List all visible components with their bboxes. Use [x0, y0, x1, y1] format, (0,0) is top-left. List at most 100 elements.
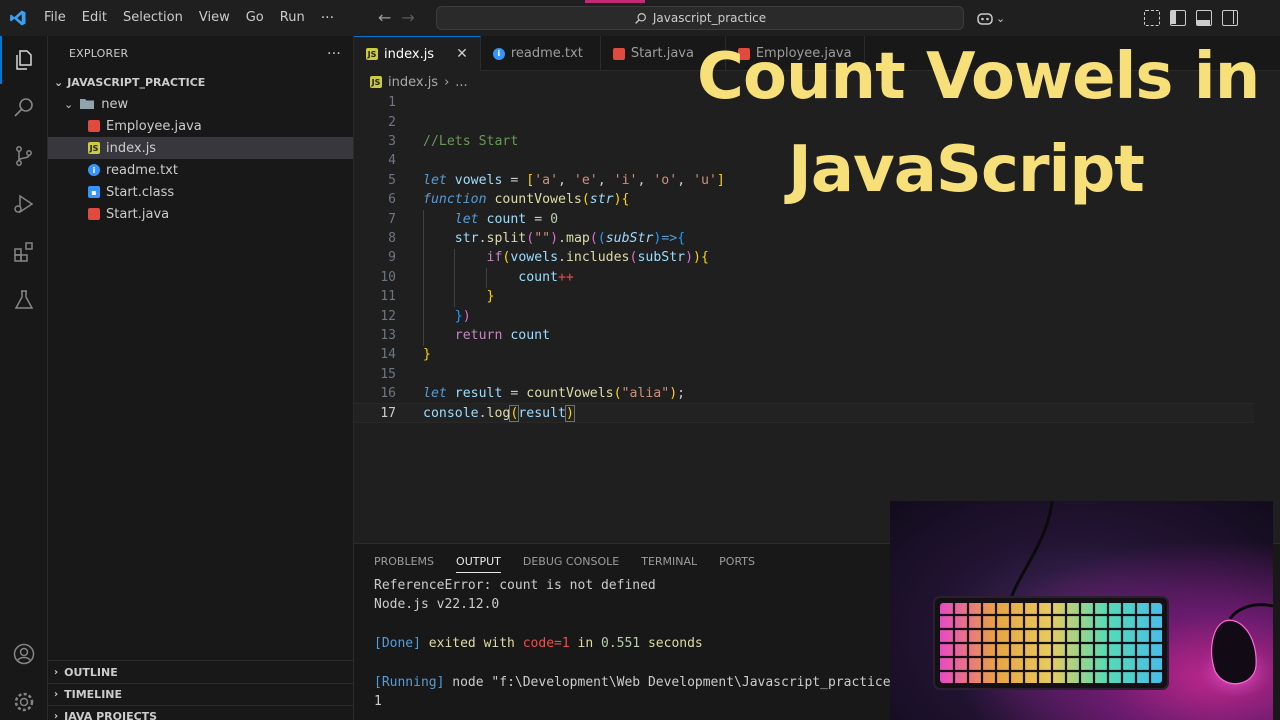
breadcrumb-rest[interactable]: ... [455, 75, 467, 90]
code-text: let count = 0 [454, 211, 559, 227]
code-text: let vowels = ['a', 'e', 'i', 'o', 'u'] [423, 172, 725, 188]
file-start-java[interactable]: Start.java [48, 203, 353, 225]
java-file-icon [88, 120, 100, 132]
copilot-icon [977, 13, 993, 25]
tab-label: readme.txt [510, 46, 583, 61]
toggle-panel-icon[interactable] [1196, 10, 1212, 26]
menu-selection[interactable]: Selection [115, 0, 191, 36]
line-number: 6 [388, 192, 396, 208]
folder-new[interactable]: ⌄ new [48, 93, 353, 115]
code-comment: //Lets Start [423, 133, 519, 149]
sidebar-bottom-sections: › OUTLINE › TIMELINE › JAVA PROJECTS [48, 660, 354, 720]
accounts-icon[interactable] [0, 630, 48, 678]
forward-arrow-icon[interactable]: → [401, 8, 414, 27]
done-text: in [569, 636, 601, 651]
done-text: seconds [640, 636, 703, 651]
menu-more-button[interactable]: ··· [313, 10, 342, 26]
toggle-secondary-sidebar-icon[interactable] [1222, 10, 1238, 26]
run-debug-icon[interactable] [0, 180, 48, 228]
testing-flask-icon[interactable] [0, 276, 48, 324]
line-number: 5 [388, 172, 396, 188]
folder-label: new [101, 96, 129, 112]
video-title-line-1: Count Vowels in [697, 40, 1260, 114]
line-number: 10 [380, 269, 396, 285]
layout-controls [1144, 10, 1238, 26]
line-number: 9 [388, 250, 396, 266]
title-bar: File Edit Selection View Go Run ··· ← → … [0, 0, 1280, 36]
line-number: 13 [380, 327, 396, 343]
tab-readme-txt[interactable]: i readme.txt [481, 36, 601, 71]
js-file-icon: JS [370, 76, 382, 88]
breadcrumb-file[interactable]: index.js [388, 75, 438, 90]
line-number: 17 [380, 405, 396, 421]
output-result: 1 [374, 694, 382, 709]
source-control-icon[interactable] [0, 132, 48, 180]
code-text: function countVowels(str){ [423, 192, 630, 208]
tab-terminal[interactable]: TERMINAL [641, 555, 697, 568]
extensions-icon[interactable] [0, 228, 48, 276]
chevron-down-icon: ⌄ [54, 75, 64, 89]
chevron-right-icon: › [54, 711, 59, 720]
exit-code: code=1 [522, 636, 570, 651]
file-label: Start.java [106, 206, 170, 222]
video-title-line-2: JavaScript [788, 133, 1145, 207]
project-section[interactable]: ⌄ JAVASCRIPT_PRACTICE [48, 71, 353, 93]
tab-problems[interactable]: PROBLEMS [374, 555, 434, 568]
line-number: 15 [380, 366, 396, 382]
menu-view[interactable]: View [191, 0, 238, 36]
project-name: JAVASCRIPT_PRACTICE [67, 75, 206, 89]
command-center-search[interactable]: Javascript_practice [436, 6, 964, 30]
close-icon[interactable]: ✕ [456, 46, 468, 62]
chevron-down-icon: ⌄ [996, 11, 1006, 25]
command-center-accent [585, 0, 645, 3]
code-line: 16 let result = countVowels("alia"); [354, 384, 1254, 403]
class-file-icon: ▪ [88, 186, 100, 198]
line-number: 4 [388, 153, 396, 169]
running-command: node "f:\Development\Web Development\Jav… [444, 675, 891, 690]
done-text: exited with [420, 636, 523, 651]
java-projects-section[interactable]: › JAVA PROJECTS [48, 705, 354, 720]
menu-run[interactable]: Run [272, 0, 313, 36]
tab-index-js[interactable]: JS index.js ✕ [354, 36, 481, 71]
code-text: } [423, 347, 431, 363]
code-text: str.split("").map((subStr)=>{ [454, 230, 686, 246]
line-number: 8 [388, 230, 396, 246]
output-done-line: [Done] exited with code=1 in 0.551 secon… [374, 636, 703, 651]
customize-layout-icon[interactable] [1144, 10, 1160, 26]
running-tag: [Running] [374, 675, 445, 690]
copilot-button[interactable]: ⌄ [976, 8, 1010, 28]
output-line: ReferenceError: count is not defined [374, 578, 656, 593]
search-icon[interactable] [0, 84, 48, 132]
menu-go[interactable]: Go [238, 0, 272, 36]
timeline-section[interactable]: › TIMELINE [48, 683, 354, 705]
file-index-js[interactable]: JS index.js [48, 137, 353, 159]
tab-debug-console[interactable]: DEBUG CONSOLE [523, 555, 619, 568]
menu-edit[interactable]: Edit [74, 0, 115, 36]
keyboard-photo [890, 501, 1273, 720]
js-file-icon: JS [88, 142, 100, 154]
code-text: let result = countVowels("alia"); [423, 386, 686, 402]
menu-file[interactable]: File [36, 0, 74, 36]
file-employee-java[interactable]: Employee.java [48, 115, 353, 137]
code-text: } [486, 289, 495, 305]
explorer-icon[interactable] [0, 36, 48, 84]
gear-icon[interactable] [0, 678, 48, 720]
line-number: 14 [380, 347, 396, 363]
toggle-sidebar-icon[interactable] [1170, 10, 1186, 26]
explorer-more-button[interactable]: ··· [327, 46, 341, 62]
line-number: 1 [388, 95, 396, 111]
line-number: 12 [380, 308, 396, 324]
file-start-class[interactable]: ▪ Start.class [48, 181, 353, 203]
tab-output[interactable]: OUTPUT [456, 555, 501, 573]
file-readme-txt[interactable]: i readme.txt [48, 159, 353, 181]
back-arrow-icon[interactable]: ← [378, 8, 391, 27]
code-text: return count [454, 327, 551, 343]
chevron-right-icon: › [444, 74, 450, 90]
file-label: readme.txt [106, 162, 178, 178]
java-file-icon [612, 47, 625, 60]
code-line: 9 if(vowels.includes(subStr)){ [354, 248, 1254, 267]
outline-section[interactable]: › OUTLINE [48, 661, 354, 683]
tab-ports[interactable]: PORTS [719, 555, 755, 568]
file-label: Employee.java [106, 118, 202, 134]
done-tag: [Done] [374, 636, 421, 651]
